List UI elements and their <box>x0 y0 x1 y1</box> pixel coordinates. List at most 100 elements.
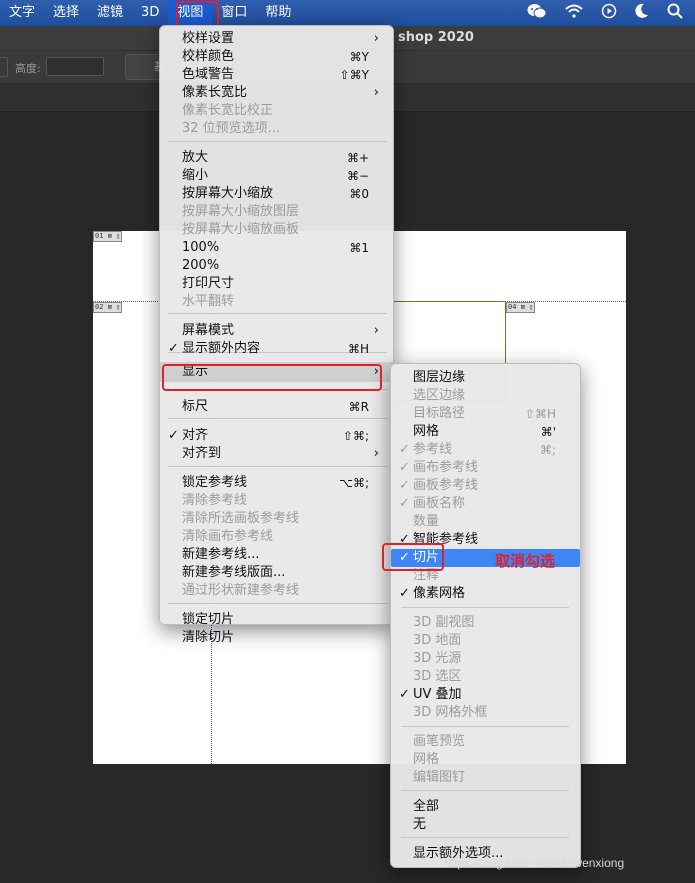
view-menu-item[interactable]: 新建参考线... <box>160 546 393 564</box>
menu-item-shortcut: ⌘1 <box>349 241 369 255</box>
menu-item-label: 新建参考线... <box>182 547 260 562</box>
play-icon[interactable] <box>601 3 617 23</box>
show-submenu-item: 3D 选区 <box>391 668 580 686</box>
menu-separator <box>168 603 387 604</box>
view-menu-item[interactable]: 标尺 ⌘R <box>160 398 393 416</box>
menu-text[interactable]: 文字 <box>0 0 44 26</box>
view-menu-item[interactable]: 清除切片 <box>160 629 393 647</box>
menu-item-shortcut: ⇧⌘; <box>342 429 369 443</box>
view-menu-item[interactable]: 锁定切片 <box>160 611 393 629</box>
checkmark-icon: ✓ <box>399 442 410 457</box>
view-menu-item[interactable]: 像素长宽比 › <box>160 84 393 102</box>
menu-separator <box>401 607 569 608</box>
menu-item-label: 3D 网格外框 <box>413 705 488 720</box>
menu-item-label: 锁定参考线 <box>182 475 248 490</box>
view-menu-item: 32 位预览选项... <box>160 120 393 138</box>
menu-item-label: 像素长宽比校正 <box>182 103 274 118</box>
show-submenu-item: 目标路径 ⇧⌘H <box>391 405 580 423</box>
view-menu: 校样设置 › 校样颜色 ⌘Y 色域警告 ⇧⌘Y 像素长宽比 › 像素长宽比校正 32 位预览选项.… <box>159 25 394 645</box>
menu-item-shortcut: ⌘Y <box>349 50 369 64</box>
slice-number: 01 <box>95 232 104 240</box>
show-submenu-item[interactable]: 图层边缘 <box>391 369 580 387</box>
menu-item-label: 打印尺寸 <box>182 276 235 291</box>
menu-item-label: UV 叠加 <box>413 687 462 702</box>
menu-item-label: 选区边缘 <box>413 388 466 403</box>
show-submenu-item[interactable]: 无 <box>391 816 580 834</box>
slice-tag-02: 02 ⊠ ▯ <box>93 302 123 313</box>
view-menu-item[interactable]: 打印尺寸 <box>160 275 393 293</box>
chevron-right-icon: › <box>373 323 379 338</box>
menu-separator <box>401 726 569 727</box>
checkmark-icon: ✓ <box>168 428 179 443</box>
menu-item-shortcut: ⇧⌘Y <box>339 68 369 82</box>
menu-item-label: 3D 地面 <box>413 633 462 648</box>
menu-item-label: 水平翻转 <box>182 294 235 309</box>
slice-tag-04: 04 ⊠ ▯ <box>506 302 536 313</box>
wechat-icon[interactable] <box>527 3 547 23</box>
options-field-stub[interactable] <box>0 57 8 77</box>
menu-item-label: 清除画布参考线 <box>182 529 274 544</box>
slice-number: 02 <box>95 303 104 311</box>
show-item-highlight <box>162 364 382 391</box>
menu-item-label: 画板名称 <box>413 496 466 511</box>
view-menu-item[interactable]: 按屏幕大小缩放 ⌘0 <box>160 185 393 203</box>
view-menu-item[interactable]: 200% <box>160 257 393 275</box>
menu-item-label: 参考线 <box>413 442 453 457</box>
view-menu-item[interactable]: 屏幕模式 › <box>160 322 393 340</box>
view-menu-item[interactable]: 校样颜色 ⌘Y <box>160 48 393 66</box>
menu-bar: 文字 选择 滤镜 3D 视图 窗口 帮助 <box>0 0 695 26</box>
menu-separator <box>168 418 387 419</box>
view-menu-item[interactable]: ✓ 对齐 ⇧⌘; <box>160 427 393 445</box>
menu-item-label: 像素网格 <box>413 586 466 601</box>
menu-item-label: 3D 光源 <box>413 651 462 666</box>
show-submenu-item: 网格 <box>391 751 580 769</box>
menu-select[interactable]: 选择 <box>44 0 88 26</box>
show-submenu-item: ✓ 画布参考线 <box>391 459 580 477</box>
show-submenu-item[interactable]: 全部 <box>391 798 580 816</box>
view-menu-item[interactable]: 放大 ⌘+ <box>160 149 393 167</box>
menu-item-label: 新建参考线版面... <box>182 565 286 580</box>
menu-item-label: 通过形状新建参考线 <box>182 583 300 598</box>
view-menu-item[interactable]: 100% ⌘1 <box>160 239 393 257</box>
view-menu-item[interactable]: 色域警告 ⇧⌘Y <box>160 66 393 84</box>
menu-item-label: 编辑图钉 <box>413 770 466 785</box>
menu-3d[interactable]: 3D <box>132 0 168 26</box>
checkmark-icon: ✓ <box>399 496 410 511</box>
wifi-icon[interactable] <box>565 4 583 22</box>
menu-item-label: 对齐到 <box>182 446 222 461</box>
view-menu-item: 清除所选画板参考线 <box>160 510 393 528</box>
show-submenu-item: 数量 <box>391 513 580 531</box>
view-menu-item[interactable]: 校样设置 › <box>160 30 393 48</box>
height-input[interactable] <box>46 57 104 76</box>
menu-item-label: 3D 副视图 <box>413 615 475 630</box>
view-menu-item: 水平翻转 <box>160 293 393 311</box>
menu-item-label: 锁定切片 <box>182 612 235 627</box>
menu-item-label: 校样设置 <box>182 31 235 46</box>
menu-separator <box>168 466 387 467</box>
view-menu-item: 清除参考线 <box>160 492 393 510</box>
show-submenu-item: ✓ 参考线 ⌘; <box>391 441 580 459</box>
menu-item-label: 全部 <box>413 799 440 814</box>
show-submenu-item[interactable]: ✓ UV 叠加 <box>391 686 580 704</box>
chevron-right-icon: › <box>373 85 379 100</box>
menu-item-label: 按屏幕大小缩放图层 <box>182 204 300 219</box>
menu-item-label: 数量 <box>413 514 440 529</box>
moon-icon[interactable] <box>635 3 649 23</box>
view-menu-item[interactable]: ✓ 显示额外内容 ⌘H <box>160 340 393 358</box>
menu-separator <box>401 790 569 791</box>
view-menu-item[interactable]: 缩小 ⌘− <box>160 167 393 185</box>
menu-item-label: 屏幕模式 <box>182 323 235 338</box>
show-submenu-item[interactable]: 网格 ⌘' <box>391 423 580 441</box>
show-submenu-item[interactable]: ✓ 像素网格 <box>391 585 580 603</box>
menu-help[interactable]: 帮助 <box>256 0 300 26</box>
search-icon[interactable] <box>667 3 683 23</box>
view-menu-item[interactable]: 锁定参考线 ⌥⌘; <box>160 474 393 492</box>
checkmark-icon: ✓ <box>399 687 410 702</box>
menu-item-label: 画板参考线 <box>413 478 479 493</box>
show-submenu-item: ✓ 画板名称 <box>391 495 580 513</box>
view-menu-item[interactable]: 新建参考线版面... <box>160 564 393 582</box>
menu-filter[interactable]: 滤镜 <box>88 0 132 26</box>
slice-number: 04 <box>508 303 517 311</box>
view-menu-item[interactable]: 对齐到 › <box>160 445 393 463</box>
show-submenu: 图层边缘 选区边缘 目标路径 ⇧⌘H 网格 ⌘' ✓ 参考线 ⌘; ✓ 画布参考线 ✓ 画板参考线 ✓ 画板… <box>390 363 581 868</box>
